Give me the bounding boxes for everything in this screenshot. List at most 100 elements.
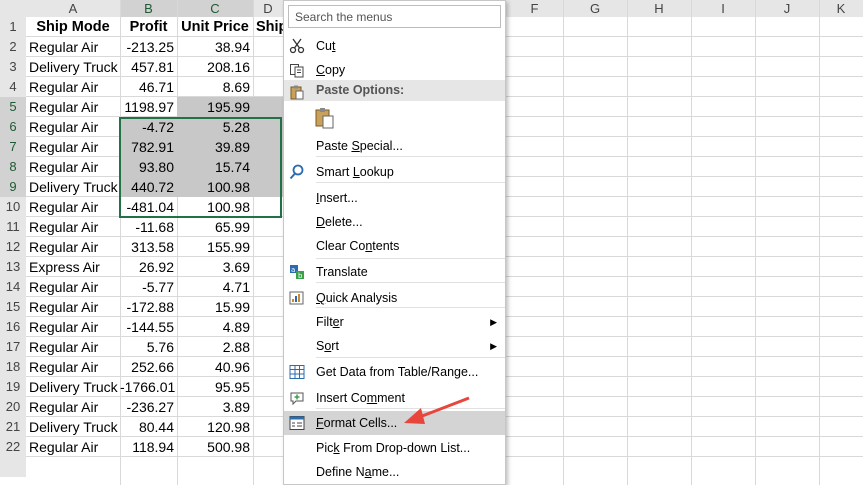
insert-comment-menu-item[interactable]: Insert Comment [284, 386, 505, 410]
column-header-i[interactable]: I [691, 0, 755, 17]
cell-ship[interactable] [253, 137, 283, 157]
cut-menu-item[interactable]: Cut [284, 34, 505, 58]
cell-ship[interactable] [253, 357, 283, 377]
smart-lookup-menu-item[interactable]: Smart Lookup [284, 160, 505, 184]
column-header-a[interactable]: A [26, 0, 120, 17]
row-header-9[interactable]: 9 [0, 177, 26, 197]
cell-unit-price[interactable]: 208.16 [177, 57, 253, 77]
cell-unit-price[interactable]: 5.28 [177, 117, 253, 137]
row-header-3[interactable]: 3 [0, 57, 26, 77]
cell-profit[interactable]: 118.94 [120, 437, 177, 457]
cell-unit-price[interactable]: 40.96 [177, 357, 253, 377]
sort-menu-item[interactable]: Sort ▶ [284, 334, 505, 358]
cell-unit-price[interactable]: 65.99 [177, 217, 253, 237]
cell-profit[interactable]: 782.91 [120, 137, 177, 157]
cell-profit[interactable]: 313.58 [120, 237, 177, 257]
cell-ship[interactable] [253, 417, 283, 437]
cell-unit-price[interactable]: 195.99 [177, 97, 253, 117]
row-header-17[interactable]: 17 [0, 337, 26, 357]
cell-ship[interactable] [253, 377, 283, 397]
cell-ship[interactable] [253, 397, 283, 417]
cell-ship-mode[interactable]: Regular Air [26, 157, 120, 177]
row-header-22[interactable]: 22 [0, 437, 26, 457]
cell-ship[interactable] [253, 337, 283, 357]
cell-ship-mode[interactable]: Express Air [26, 257, 120, 277]
insert-menu-item[interactable]: Insert... [284, 186, 505, 210]
paste-special-menu-item[interactable]: Paste Special... [284, 134, 505, 158]
cell-ship-mode[interactable]: Regular Air [26, 137, 120, 157]
header-ship-mode[interactable]: Ship Mode [26, 17, 120, 37]
cell-ship[interactable] [253, 257, 283, 277]
column-header-f[interactable]: F [506, 0, 563, 17]
format-cells-menu-item[interactable]: Format Cells... [284, 411, 505, 435]
define-name-menu-item[interactable]: Define Name... [284, 460, 505, 484]
column-header-g[interactable]: G [563, 0, 627, 17]
column-header-d[interactable]: D [253, 0, 283, 17]
cell-unit-price[interactable]: 95.95 [177, 377, 253, 397]
cell-profit[interactable]: -172.88 [120, 297, 177, 317]
row-header-5[interactable]: 5 [0, 97, 26, 117]
cell-unit-price[interactable]: 4.89 [177, 317, 253, 337]
cell-ship-mode[interactable]: Regular Air [26, 297, 120, 317]
row-header-10[interactable]: 10 [0, 197, 26, 217]
row-header-20[interactable]: 20 [0, 397, 26, 417]
cell-unit-price[interactable]: 3.69 [177, 257, 253, 277]
cell-ship-mode[interactable]: Regular Air [26, 397, 120, 417]
cell-unit-price[interactable]: 8.69 [177, 77, 253, 97]
cell-profit[interactable]: 93.80 [120, 157, 177, 177]
header-unit-price[interactable]: Unit Price [177, 17, 253, 37]
row-header-13[interactable]: 13 [0, 257, 26, 277]
row-header-16[interactable]: 16 [0, 317, 26, 337]
cell-profit[interactable]: 440.72 [120, 177, 177, 197]
row-header-14[interactable]: 14 [0, 277, 26, 297]
cell-unit-price[interactable]: 3.89 [177, 397, 253, 417]
cell-ship-mode[interactable]: Regular Air [26, 197, 120, 217]
cell-profit[interactable]: 80.44 [120, 417, 177, 437]
copy-menu-item[interactable]: Copy [284, 58, 505, 82]
cell-ship[interactable] [253, 237, 283, 257]
row-header-19[interactable]: 19 [0, 377, 26, 397]
search-menus-input[interactable]: Search the menus [288, 5, 501, 28]
column-header-b[interactable]: B [120, 0, 177, 17]
cell-ship-mode[interactable]: Regular Air [26, 117, 120, 137]
cell-ship-mode[interactable]: Delivery Truck [26, 377, 120, 397]
cell-profit[interactable]: -4.72 [120, 117, 177, 137]
row-header-12[interactable]: 12 [0, 237, 26, 257]
cell-profit[interactable]: -481.04 [120, 197, 177, 217]
cell-ship[interactable] [253, 37, 283, 57]
cell-unit-price[interactable]: 15.74 [177, 157, 253, 177]
cell-ship[interactable] [253, 57, 283, 77]
cell-profit[interactable]: -144.55 [120, 317, 177, 337]
cell-ship[interactable] [253, 317, 283, 337]
cell-ship-mode[interactable]: Regular Air [26, 337, 120, 357]
row-header-2[interactable]: 2 [0, 37, 26, 57]
paste-button[interactable] [284, 106, 505, 134]
row-header-21[interactable]: 21 [0, 417, 26, 437]
clear-contents-menu-item[interactable]: Clear Contents [284, 234, 505, 258]
column-header-c[interactable]: C [177, 0, 253, 17]
column-header-j[interactable]: J [755, 0, 819, 17]
cell-ship[interactable] [253, 277, 283, 297]
cell-unit-price[interactable]: 15.99 [177, 297, 253, 317]
cell-ship[interactable] [253, 77, 283, 97]
cell-ship[interactable] [253, 117, 283, 137]
cell-ship-mode[interactable]: Regular Air [26, 317, 120, 337]
cell-ship-mode[interactable]: Delivery Truck [26, 417, 120, 437]
get-data-menu-item[interactable]: Get Data from Table/Range... [284, 360, 505, 384]
cell-unit-price[interactable]: 39.89 [177, 137, 253, 157]
cell-unit-price[interactable]: 155.99 [177, 237, 253, 257]
column-header-k[interactable]: K [819, 0, 863, 17]
row-header-11[interactable]: 11 [0, 217, 26, 237]
cell-ship[interactable] [253, 297, 283, 317]
cell-ship[interactable] [253, 217, 283, 237]
cell-ship[interactable] [253, 177, 283, 197]
cell-profit[interactable]: -11.68 [120, 217, 177, 237]
delete-menu-item[interactable]: Delete... [284, 210, 505, 234]
cell-profit[interactable]: -5.77 [120, 277, 177, 297]
cell-profit[interactable]: 26.92 [120, 257, 177, 277]
pick-from-list-menu-item[interactable]: Pick From Drop-down List... [284, 436, 505, 460]
translate-menu-item[interactable]: a b Translate [284, 260, 505, 284]
row-header-23[interactable] [0, 457, 26, 477]
cell-unit-price[interactable]: 2.88 [177, 337, 253, 357]
row-header-1[interactable]: 1 [0, 17, 26, 37]
